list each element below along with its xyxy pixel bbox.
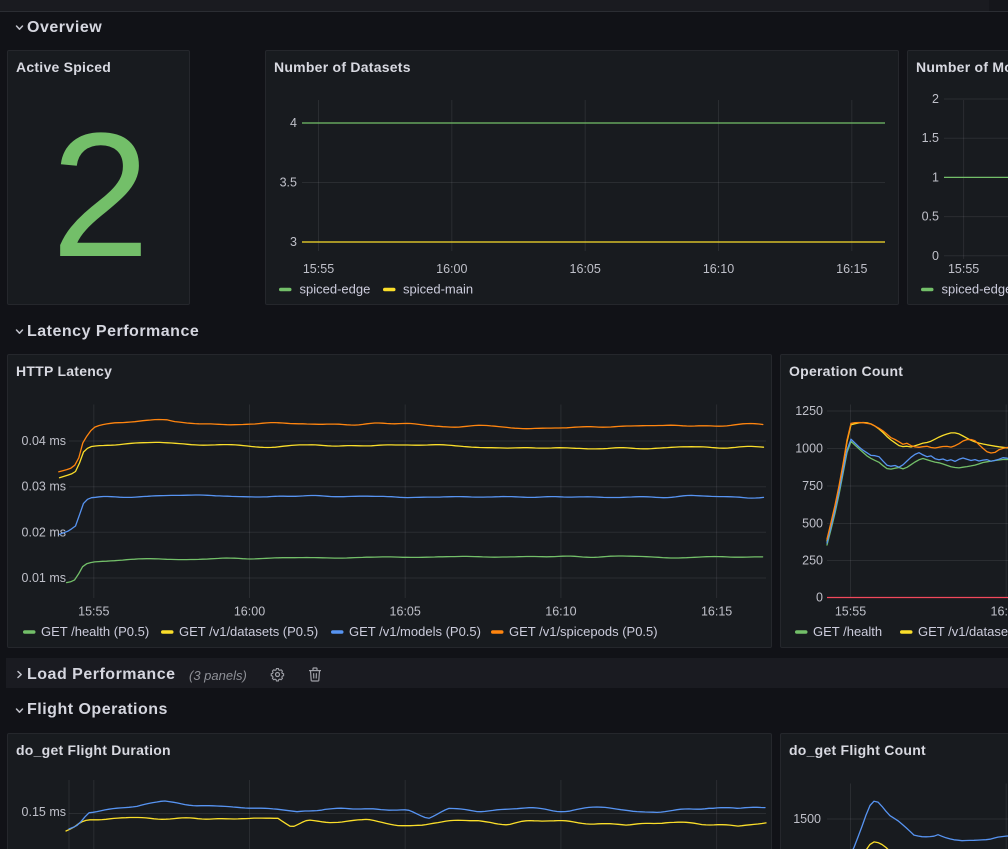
svg-text:16:10: 16:10 [703, 262, 734, 276]
svg-text:16:15: 16:15 [701, 605, 732, 619]
svg-text:1250: 1250 [795, 404, 823, 418]
svg-text:500: 500 [802, 517, 823, 531]
svg-text:0.15 ms: 0.15 ms [22, 805, 66, 819]
svg-text:2: 2 [51, 96, 149, 294]
svg-text:1500: 1500 [793, 812, 821, 826]
svg-text:0: 0 [932, 249, 939, 263]
svg-text:16:05: 16:05 [390, 605, 421, 619]
svg-text:15:55: 15:55 [835, 605, 866, 619]
svg-text:15:55: 15:55 [303, 262, 334, 276]
svg-text:spiced-edge: spiced-edge [942, 282, 1008, 297]
svg-text:16:00: 16:00 [234, 605, 265, 619]
svg-text:3.5: 3.5 [280, 176, 297, 190]
svg-text:GET /v1/datasets: GET /v1/datasets [918, 624, 1008, 639]
svg-text:GET /health: GET /health [813, 624, 882, 639]
svg-text:15:55: 15:55 [948, 262, 979, 276]
svg-text:16:00: 16:00 [436, 262, 467, 276]
svg-text:0.03 ms: 0.03 ms [22, 480, 66, 494]
svg-text:GET /v1/datasets (P0.5): GET /v1/datasets (P0.5) [179, 624, 318, 639]
svg-text:GET /health (P0.5): GET /health (P0.5) [41, 624, 149, 639]
svg-text:16:15: 16:15 [836, 262, 867, 276]
svg-text:2: 2 [932, 92, 939, 106]
svg-text:1: 1 [932, 170, 939, 184]
svg-text:0: 0 [816, 591, 823, 605]
svg-text:16:00: 16:00 [991, 605, 1008, 619]
svg-text:GET /v1/spicepods (P0.5): GET /v1/spicepods (P0.5) [509, 624, 658, 639]
svg-text:GET /v1/models (P0.5): GET /v1/models (P0.5) [349, 624, 481, 639]
svg-text:0.02 ms: 0.02 ms [22, 525, 66, 539]
svg-text:0.04 ms: 0.04 ms [22, 434, 66, 448]
svg-text:4: 4 [290, 116, 297, 130]
svg-text:16:05: 16:05 [570, 262, 601, 276]
svg-text:1000: 1000 [795, 442, 823, 456]
svg-text:spiced-main: spiced-main [403, 282, 473, 297]
svg-text:0.01 ms: 0.01 ms [22, 571, 66, 585]
svg-text:spiced-edge: spiced-edge [300, 282, 371, 297]
svg-text:1.5: 1.5 [922, 131, 939, 145]
svg-text:750: 750 [802, 479, 823, 493]
svg-text:3: 3 [290, 235, 297, 249]
svg-text:15:55: 15:55 [78, 605, 109, 619]
svg-text:0.5: 0.5 [922, 210, 939, 224]
svg-text:250: 250 [802, 554, 823, 568]
svg-text:16:10: 16:10 [545, 605, 576, 619]
